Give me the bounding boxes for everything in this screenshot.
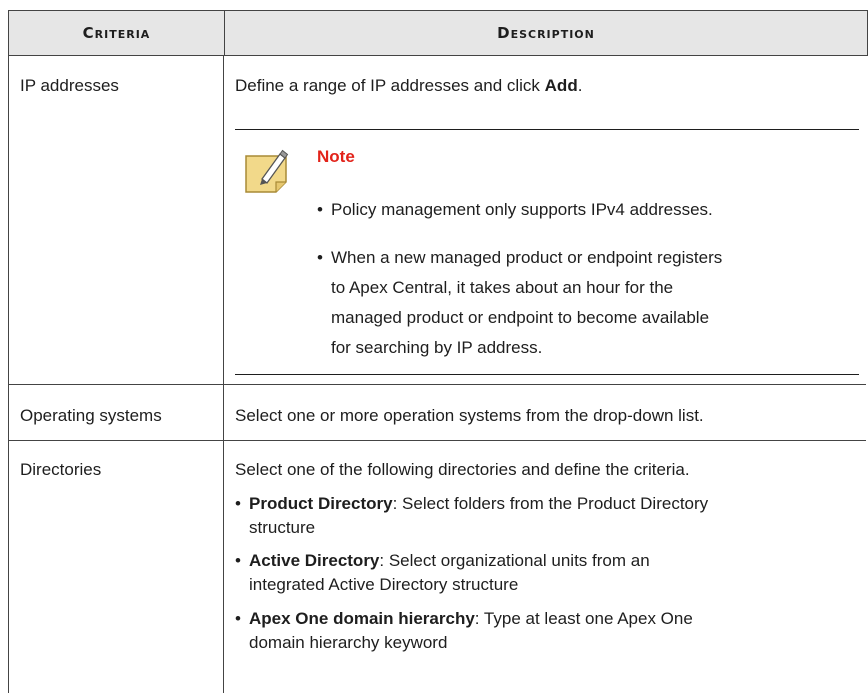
row-separator [8,384,866,385]
row-separator [8,440,866,441]
criteria-table: Criteria Description IP addresses Define… [8,10,868,693]
header-description: Description [497,24,595,42]
note-title: Note [317,147,355,166]
table-border-left [8,55,9,693]
row-ip-criteria: IP addresses [20,76,119,95]
row-directories-criteria: Directories [20,460,102,479]
row-directories-description: Select one of the following directories … [235,460,690,479]
row-os-description: Select one or more operation systems fro… [235,406,704,425]
column-divider [223,55,224,693]
row-ip-description: Define a range of IP addresses and click… [235,76,583,95]
note-pencil-icon [245,149,289,193]
note-top-rule [235,129,859,130]
note-bottom-rule [235,374,859,375]
header-criteria: Criteria [82,24,151,42]
table-header: Criteria Description [8,10,868,56]
row-os-criteria: Operating systems [20,406,162,425]
